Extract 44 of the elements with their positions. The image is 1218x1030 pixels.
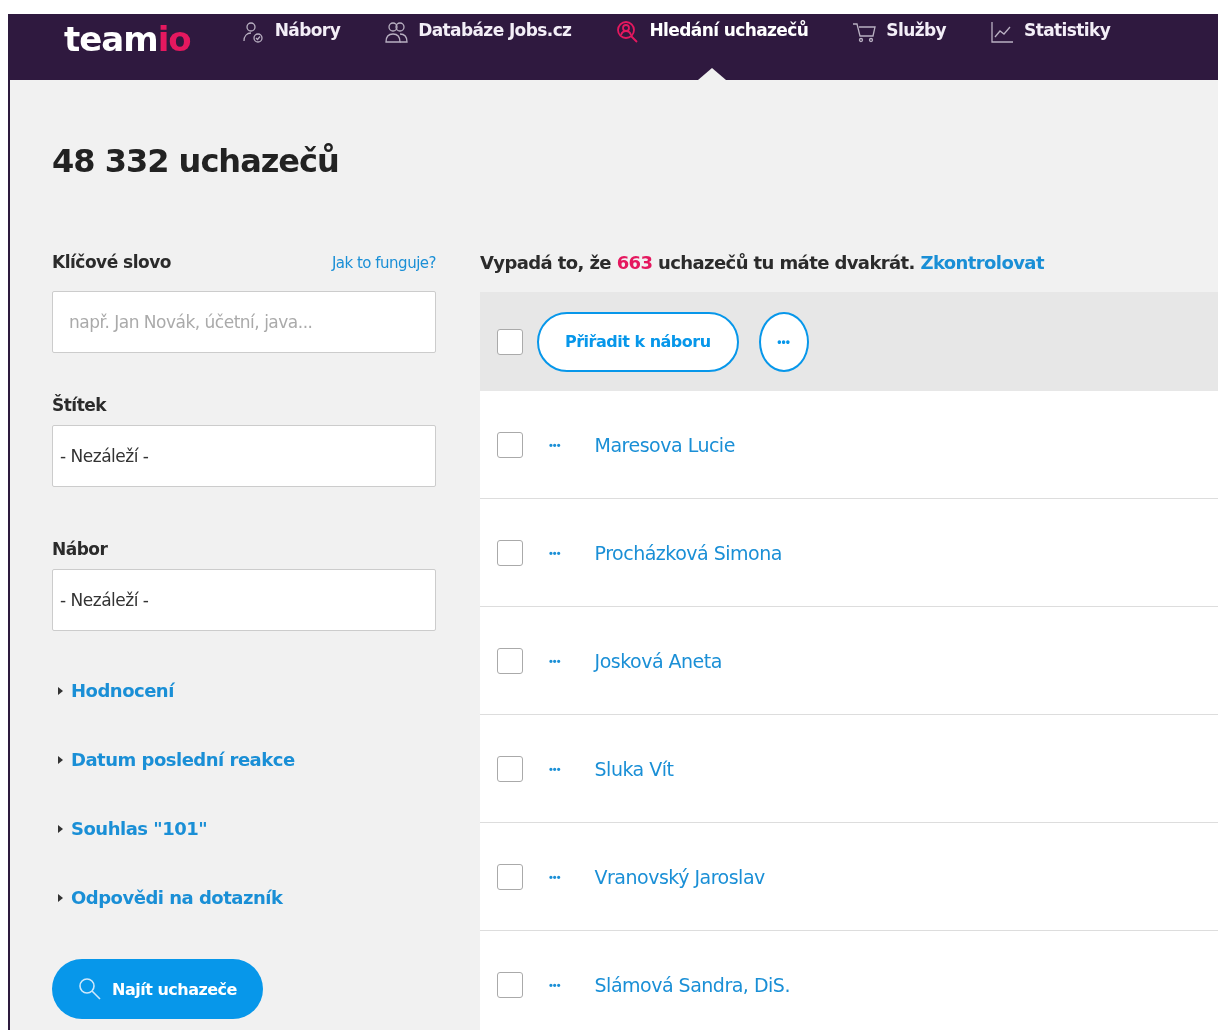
field-label: Klíčové slovo [52, 252, 171, 272]
logo[interactable]: teamio [64, 19, 191, 59]
nav-tab[interactable]: Statistiky [990, 14, 1111, 80]
more-button[interactable]: ••• [549, 654, 561, 667]
select-field[interactable]: - Nezáleží - [52, 569, 436, 631]
filter-section-toggle[interactable]: Datum poslední reakce [52, 725, 295, 794]
row-checkbox[interactable] [497, 431, 523, 458]
row-checkbox[interactable] [497, 971, 523, 998]
nav-tab[interactable]: Databáze Jobs.cz [384, 14, 572, 80]
search-button[interactable]: Najít uchazeče [52, 959, 263, 1019]
more-button[interactable]: ••• [758, 311, 809, 372]
candidate-name-link[interactable]: Josková Aneta [594, 649, 722, 672]
field-label: Nábor [52, 539, 109, 559]
nav-tab[interactable]: Hledání uchazečů [615, 14, 809, 80]
nav-tab[interactable]: Služby [852, 14, 946, 80]
row-checkbox[interactable] [497, 863, 523, 890]
nav-tab[interactable]: Nábory [240, 14, 341, 80]
filter-section-toggle[interactable]: Hodnocení [52, 656, 174, 725]
select-field[interactable]: - Nezáleží - [52, 425, 436, 487]
search-icon [78, 977, 102, 1001]
more-button[interactable]: ••• [549, 438, 561, 451]
help-link[interactable]: Jak to funguje? [331, 254, 436, 272]
field-label: Štítek [52, 395, 108, 415]
more-button[interactable]: ••• [549, 870, 561, 883]
candidate-name-link[interactable]: Maresova Lucie [594, 433, 735, 456]
assign-button[interactable]: Přiřadit k náboru [537, 311, 739, 372]
candidate-name-link[interactable]: Vranovský Jaroslav [594, 865, 765, 888]
candidate-name-link[interactable]: Sluka Vít [594, 757, 674, 780]
duplicate-notice: Vypadá to, že 663 uchazečů tu máte dvakrát. Zkontrolovat [480, 252, 1046, 275]
candidate-name-link[interactable]: Procházková Simona [594, 541, 782, 564]
more-button[interactable]: ••• [549, 978, 561, 991]
select-all-checkbox[interactable] [497, 328, 523, 355]
more-button[interactable]: ••• [549, 546, 561, 559]
check-link[interactable]: Zkontrolovat [920, 252, 1044, 273]
page-title: 48 332 uchazečů [52, 142, 340, 180]
filter-section-toggle[interactable]: Souhlas "101" [52, 794, 208, 863]
row-checkbox[interactable] [497, 755, 523, 782]
row-checkbox[interactable] [497, 539, 523, 566]
filter-section-toggle[interactable]: Odpovědi na dotazník [52, 863, 283, 932]
more-button[interactable]: ••• [549, 762, 561, 775]
row-checkbox[interactable] [497, 647, 523, 674]
active-tab-pointer [697, 68, 726, 80]
keyword-input[interactable]: např. Jan Novák, účetní, java... [52, 291, 436, 353]
candidate-name-link[interactable]: Slámová Sandra, DiS. [594, 973, 790, 996]
